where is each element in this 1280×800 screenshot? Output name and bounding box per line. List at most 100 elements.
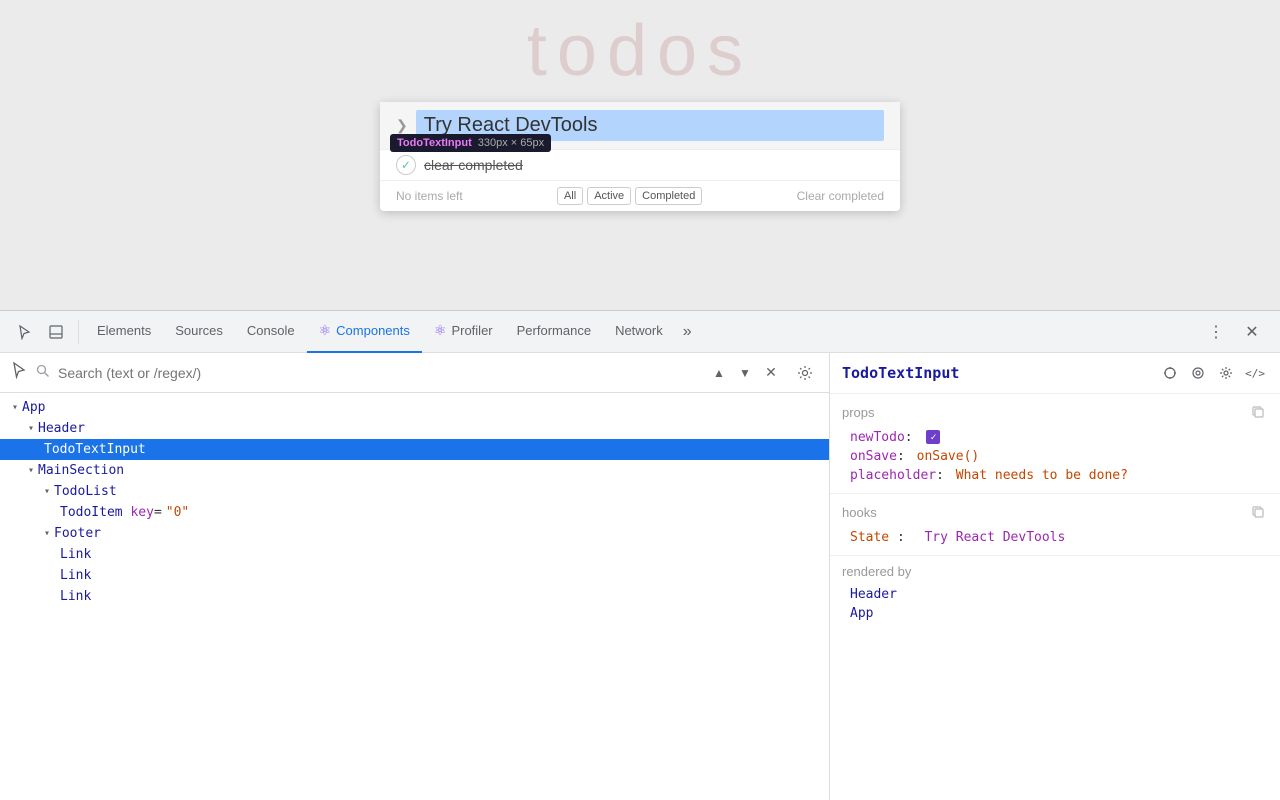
filter-all-btn[interactable]: All: [557, 187, 583, 205]
tree-arrow-mainsection: ▾: [28, 465, 34, 476]
tab-performance[interactable]: Performance: [505, 311, 603, 353]
props-section: props newTodo : ✓ onSave: [830, 394, 1280, 494]
filter-completed-btn[interactable]: Completed: [635, 187, 702, 205]
tab-sources[interactable]: Sources: [163, 311, 235, 353]
search-input[interactable]: [58, 365, 699, 381]
props-label: props: [842, 405, 875, 420]
tab-elements[interactable]: Elements: [85, 311, 163, 353]
devtools-close-btn[interactable]: ✕: [1236, 316, 1268, 348]
tree-item-link-2[interactable]: Link: [0, 565, 829, 586]
tree-arrow-footer: ▾: [44, 528, 50, 539]
prop-row-placeholder: placeholder : What needs to be done?: [842, 466, 1268, 485]
more-tabs-btn[interactable]: »: [675, 311, 700, 353]
tab-network[interactable]: Network: [603, 311, 675, 353]
tree-item-header[interactable]: ▾ Header: [0, 418, 829, 439]
component-name-link-2: Link: [60, 568, 91, 583]
todoitem-prop-key: key: [123, 505, 154, 520]
component-name-mainsection: MainSection: [38, 463, 124, 478]
todo-chevron-icon: ❯: [396, 117, 408, 134]
inspect-btn[interactable]: [1158, 361, 1182, 385]
devtools-panel: Elements Sources Console ⚛ Components ⚛ …: [0, 310, 1280, 800]
component-name-header: Header: [38, 421, 85, 436]
prop-placeholder-name: placeholder: [850, 468, 936, 483]
devtools-tab-bar: Elements Sources Console ⚛ Components ⚛ …: [0, 311, 1280, 353]
todo-item-text: clear completed: [424, 157, 523, 173]
element-tooltip: TodoTextInput 330px × 65px: [390, 134, 551, 152]
prop-newtodo-name: newTodo: [850, 430, 905, 445]
rendered-by-header-item[interactable]: Header: [842, 585, 1268, 604]
prop-row-onsave: onSave : onSave(): [842, 447, 1268, 466]
tree-item-link-3[interactable]: Link: [0, 586, 829, 607]
component-name-footer: Footer: [54, 526, 101, 541]
hooks-copy-btn[interactable]: [1248, 502, 1268, 522]
component-name-todotextinput: TodoTextInput: [44, 442, 146, 457]
todo-app-frame: ❯ Try React DevTools TodoTextInput 330px…: [380, 102, 900, 211]
hooks-label: hooks: [842, 505, 877, 520]
cursor-tool-btn[interactable]: [8, 316, 40, 348]
tab-separator: [78, 320, 79, 344]
tab-profiler[interactable]: ⚛ Profiler: [422, 311, 505, 353]
component-name-todolist: TodoList: [54, 484, 117, 499]
filter-active-btn[interactable]: Active: [587, 187, 631, 205]
rendered-by-app-item[interactable]: App: [842, 604, 1268, 623]
tree-item-todotextinput[interactable]: TodoTextInput: [0, 439, 829, 460]
devtools-main: ▲ ▼ ✕ ▾ App: [0, 353, 1280, 800]
tree-item-todolist[interactable]: ▾ TodoList: [0, 481, 829, 502]
tree-item-app[interactable]: ▾ App: [0, 397, 829, 418]
tooltip-component: TodoTextInput: [397, 137, 472, 149]
search-icon: [36, 364, 50, 381]
tree-arrow-app: ▾: [12, 402, 18, 413]
todo-checkbox: ✓: [396, 155, 416, 175]
right-panel: TodoTextInput: [830, 353, 1280, 800]
tree-item-mainsection[interactable]: ▾ MainSection: [0, 460, 829, 481]
component-name-link-3: Link: [60, 589, 91, 604]
right-panel-header: TodoTextInput: [830, 353, 1280, 394]
search-bar: ▲ ▼ ✕: [0, 353, 829, 393]
search-settings-btn[interactable]: [791, 359, 819, 387]
search-nav-buttons: ▲ ▼ ✕: [707, 361, 783, 385]
view-source-btn[interactable]: [1186, 361, 1210, 385]
rendered-by-section: rendered by Header App: [830, 556, 1280, 631]
preview-area: todos ❯ Try React DevTools TodoTextInput…: [0, 0, 1280, 310]
todoitem-prop-val: "0": [166, 505, 189, 520]
tree-item-footer[interactable]: ▾ Footer: [0, 523, 829, 544]
search-prev-btn[interactable]: ▲: [707, 361, 731, 385]
component-name-todoitem: TodoItem: [60, 505, 123, 520]
clear-completed-btn[interactable]: Clear completed: [797, 189, 884, 203]
prop-placeholder-value: What needs to be done?: [956, 468, 1128, 483]
search-next-btn[interactable]: ▼: [733, 361, 757, 385]
tooltip-size: 330px × 65px: [478, 137, 544, 149]
tree-arrow-todolist: ▾: [44, 486, 50, 497]
rendered-by-label: rendered by: [842, 564, 911, 579]
devtools-settings-btn[interactable]: ⋮: [1200, 316, 1232, 348]
hooks-section-header: hooks: [842, 502, 1268, 522]
devtools-actions: ⋮ ✕: [1200, 316, 1272, 348]
tab-components[interactable]: ⚛ Components: [307, 311, 422, 353]
left-panel: ▲ ▼ ✕ ▾ App: [0, 353, 830, 800]
settings-component-btn[interactable]: [1214, 361, 1238, 385]
tree-item-todoitem[interactable]: TodoItem key = "0": [0, 502, 829, 523]
source-code-btn[interactable]: </>: [1242, 361, 1268, 385]
components-tab-icon: ⚛: [319, 322, 332, 339]
profiler-tab-icon: ⚛: [434, 322, 447, 339]
search-cursor-icon: [10, 361, 28, 384]
props-section-header: props: [842, 402, 1268, 422]
filter-buttons: All Active Completed: [557, 187, 702, 205]
newtodo-checkbox: ✓: [926, 430, 940, 444]
selected-component-title: TodoTextInput: [842, 364, 1150, 382]
tree-item-link-1[interactable]: Link: [0, 544, 829, 565]
hook-row-state: State : Try React DevTools: [842, 528, 1268, 547]
hook-state-name: State: [850, 530, 889, 545]
app-title: todos: [527, 10, 753, 92]
tree-arrow-header: ▾: [28, 423, 34, 434]
hook-state-value: Try React DevTools: [924, 530, 1065, 545]
component-name-app: App: [22, 400, 45, 415]
component-tree: ▾ App ▾ Header TodoTextInput ▾: [0, 393, 829, 800]
prop-onsave-name: onSave: [850, 449, 897, 464]
props-copy-btn[interactable]: [1248, 402, 1268, 422]
search-clear-btn[interactable]: ✕: [759, 361, 783, 385]
rendered-by-header: rendered by: [842, 564, 1268, 579]
dock-btn[interactable]: [40, 316, 72, 348]
tab-console[interactable]: Console: [235, 311, 307, 353]
todo-input-row: ❯ Try React DevTools TodoTextInput 330px…: [380, 102, 900, 150]
